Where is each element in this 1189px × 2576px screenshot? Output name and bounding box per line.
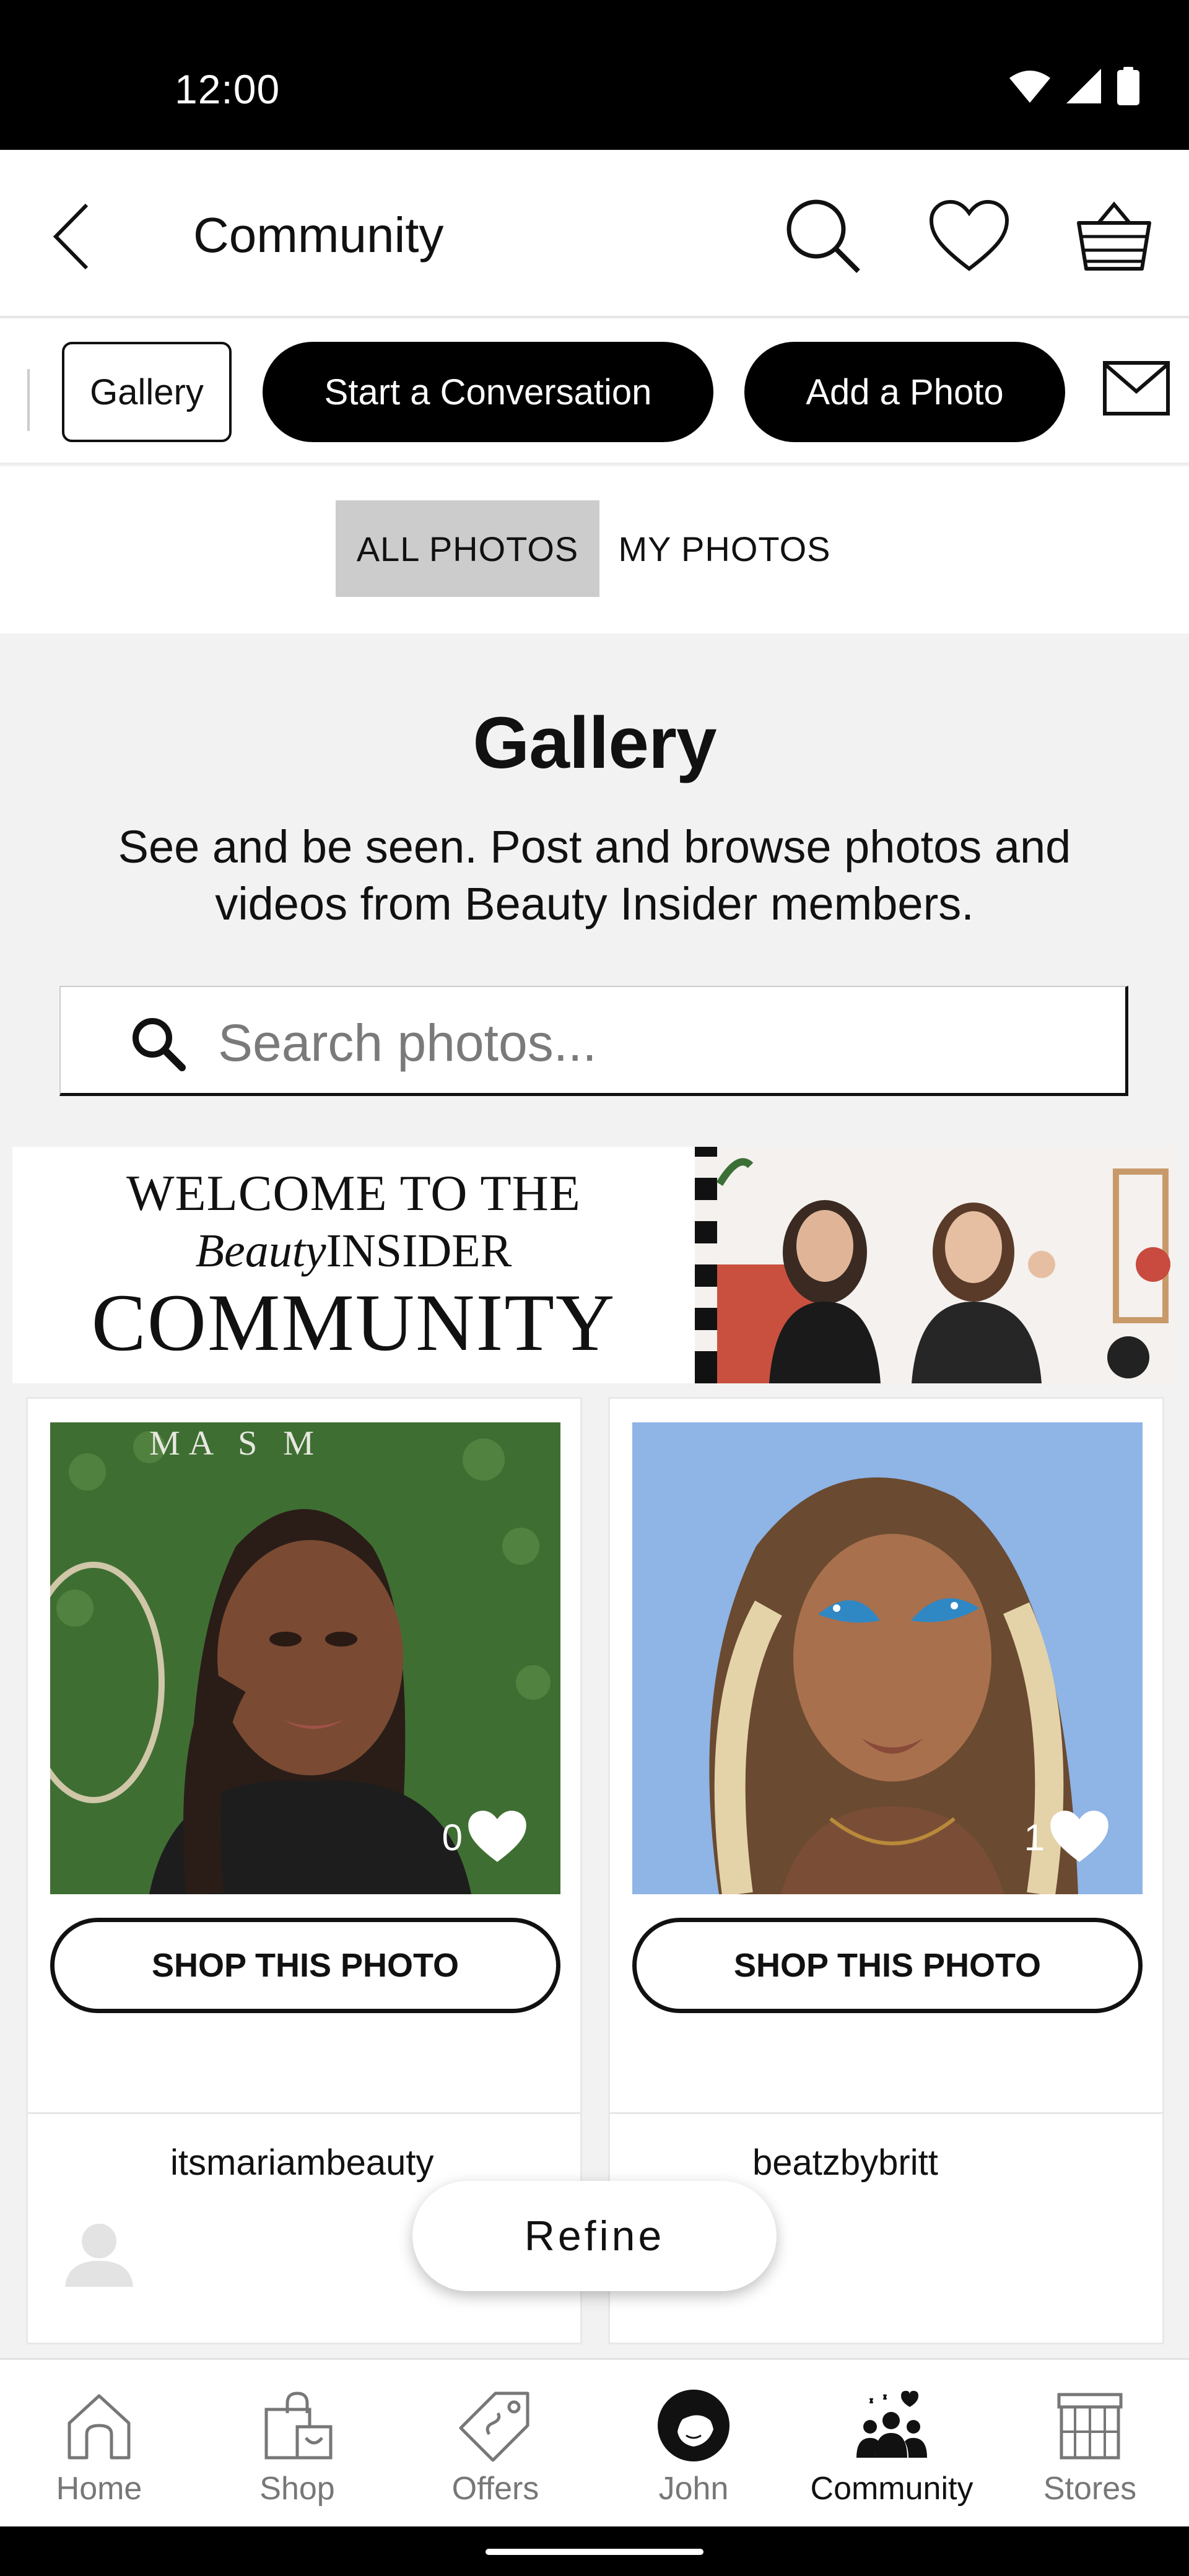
nav-stores[interactable]: Stores xyxy=(991,2360,1189,2528)
avatar-placeholder-icon[interactable] xyxy=(59,2211,139,2292)
shop-this-photo-button[interactable]: SHOP THIS PHOTO xyxy=(50,1918,560,2013)
page-title: Community xyxy=(193,207,444,263)
like-count-value: 1 xyxy=(1024,1816,1045,1858)
gallery-subtitle: See and be seen. Post and browse photos … xyxy=(118,821,1071,929)
basket-icon xyxy=(1077,201,1151,271)
community-icon xyxy=(848,2382,935,2469)
battery-icon xyxy=(1117,67,1139,105)
photo-sign-text: MA S M xyxy=(149,1424,323,1463)
photo-search-box xyxy=(59,986,1128,1096)
heart-filled-icon xyxy=(468,1811,526,1862)
heart-icon xyxy=(929,199,1009,271)
tab-all-photos[interactable]: ALL PHOTOS xyxy=(336,500,599,597)
shopping-bag-icon xyxy=(254,2382,341,2469)
gallery-chip[interactable]: Gallery xyxy=(62,342,232,442)
sub-nav-divider xyxy=(27,369,30,431)
tab-my-photos[interactable]: MY PHOTOS xyxy=(607,500,842,597)
like-count[interactable]: 1 xyxy=(1024,1809,1110,1866)
nav-label-stores: Stores xyxy=(1043,2471,1137,2507)
search-button[interactable] xyxy=(783,196,863,276)
search-icon xyxy=(786,199,860,273)
nav-label-shop: Shop xyxy=(259,2471,335,2507)
nav-home[interactable]: Home xyxy=(0,2360,198,2528)
nav-label-home: Home xyxy=(56,2471,142,2507)
store-icon xyxy=(1047,2382,1133,2469)
status-bar: 12:00 xyxy=(0,0,1189,150)
card-divider xyxy=(28,2112,580,2114)
banner-line-2: BeautyINSIDER xyxy=(196,1222,512,1279)
banner-line-3: COMMUNITY xyxy=(91,1277,616,1368)
nav-label-offers: Offers xyxy=(451,2471,539,2507)
like-count[interactable]: 0 xyxy=(442,1809,528,1866)
bottom-nav: Home Shop Offers John Community Stores xyxy=(0,2358,1189,2526)
nav-community[interactable]: Community xyxy=(793,2360,991,2528)
nav-shop[interactable]: Shop xyxy=(198,2360,396,2528)
wifi-icon xyxy=(1009,71,1050,103)
start-conversation-button[interactable]: Start a Conversation xyxy=(263,342,713,442)
back-arrow-icon xyxy=(53,203,89,270)
card-username[interactable]: beatzbybritt xyxy=(752,2142,938,2183)
status-time: 12:00 xyxy=(175,66,281,112)
cell-signal-icon xyxy=(1066,69,1101,103)
nav-john[interactable]: John xyxy=(594,2360,793,2528)
search-input[interactable] xyxy=(218,1006,1085,1080)
refine-button[interactable]: Refine xyxy=(412,2181,777,2291)
shop-this-photo-button[interactable]: SHOP THIS PHOTO xyxy=(632,1918,1143,2013)
app-header: Community xyxy=(0,150,1189,318)
banner-text: WELCOME TO THE BeautyINSIDER COMMUNITY xyxy=(12,1147,695,1383)
home-gesture-pill[interactable] xyxy=(486,2549,703,2555)
mail-icon xyxy=(1103,361,1170,416)
basket-button[interactable] xyxy=(1074,196,1154,276)
gallery-title: Gallery xyxy=(473,702,716,784)
card-divider xyxy=(610,2112,1162,2114)
banner-line-1: WELCOME TO THE xyxy=(126,1165,581,1221)
welcome-banner[interactable]: WELCOME TO THE BeautyINSIDER COMMUNITY xyxy=(12,1147,1177,1383)
community-photo[interactable]: MA S M 0 xyxy=(50,1422,560,1894)
card-username[interactable]: itsmariambeauty xyxy=(170,2142,433,2183)
add-photo-button[interactable]: Add a Photo xyxy=(744,342,1065,442)
banner-brand: Beauty xyxy=(195,1225,326,1277)
heart-filled-icon xyxy=(1050,1811,1108,1862)
home-icon xyxy=(56,2382,142,2469)
like-count-value: 0 xyxy=(442,1816,463,1858)
nav-offers[interactable]: Offers xyxy=(396,2360,594,2528)
loves-button[interactable] xyxy=(929,199,1009,274)
search-icon xyxy=(133,1018,186,1071)
nav-label-john: John xyxy=(658,2471,729,2507)
avatar-icon xyxy=(650,2382,737,2469)
banner-photo xyxy=(695,1147,1177,1383)
status-icons xyxy=(1009,67,1139,105)
community-photo[interactable]: 1 xyxy=(632,1422,1143,1894)
messages-button[interactable] xyxy=(1102,360,1177,422)
nav-label-community: Community xyxy=(810,2471,973,2507)
banner-insider: INSIDER xyxy=(326,1225,512,1277)
back-button[interactable] xyxy=(40,199,102,274)
tag-icon xyxy=(452,2382,539,2469)
